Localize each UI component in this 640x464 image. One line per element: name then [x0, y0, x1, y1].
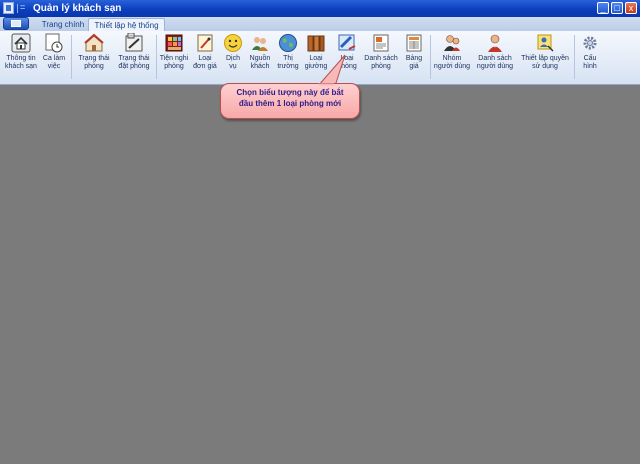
ribbon-btn-market[interactable]: Thị trường	[274, 33, 302, 83]
ribbon-btn-label-1: Dịch	[225, 55, 240, 62]
ribbon-btn-hotel-info[interactable]: Thông tin khách sạn	[2, 33, 40, 83]
price-table-icon	[406, 34, 422, 52]
ribbon-btn-room-status[interactable]: Trạng thái phòng	[74, 33, 114, 83]
ribbon-btn-room-amenities[interactable]: Tiện nghi phòng	[158, 33, 190, 83]
ribbon-btn-shift[interactable]: Ca làm việc	[40, 33, 68, 83]
ribbon-btn-label-1: Nhóm	[442, 55, 462, 62]
ribbon-btn-label-2: đặt phòng	[118, 63, 150, 70]
ribbon-btn-label-1: Thị	[283, 55, 293, 62]
window-title: Quản lý khách sạn	[33, 3, 122, 14]
ribbon-btn-label-1: Trạng thái	[118, 55, 150, 62]
ribbon-btn-label-2: hình	[583, 63, 597, 70]
user-icon	[488, 34, 502, 52]
booking-board-icon: H	[125, 33, 143, 52]
ribbon-btn-label-2: sử dụng	[532, 63, 558, 70]
ribbon-btn-label-2: vụ	[229, 63, 237, 70]
ribbon-btn-label-2: giường	[304, 63, 328, 70]
ribbon-btn-room-type[interactable]: Loại phòng	[333, 33, 361, 83]
callout-line-2: đầu thêm 1 loại phòng mới	[238, 99, 342, 108]
ribbon-btn-service[interactable]: Dịch vụ	[220, 33, 246, 83]
ribbon-btn-user-group[interactable]: Nhóm người dùng	[433, 33, 471, 83]
svg-text:H: H	[129, 33, 132, 38]
ribbon-btn-price-type[interactable]: Loại đơn giá	[190, 33, 220, 83]
ribbon-btn-bed-type[interactable]: Loại giường	[302, 33, 330, 83]
ribbon-btn-label-2: phòng	[337, 63, 357, 70]
ribbon-btn-label-1: Loại	[309, 55, 323, 62]
callout-tooltip: Chọn biểu tượng này để bắt đầu thêm 1 lo…	[220, 83, 360, 119]
ribbon-btn-label-1: Trạng thái	[78, 55, 110, 62]
ribbon-btn-label-1: Loại	[198, 55, 212, 62]
ribbon-btn-price-table[interactable]: Bảng giá	[401, 33, 427, 83]
ribbon-tab-strip: Trang chính Thiết lập hệ thống	[0, 17, 640, 32]
ribbon-btn-user-list[interactable]: Danh sách người dùng	[474, 33, 516, 83]
room-type-icon	[338, 34, 356, 51]
clock-icon	[45, 33, 63, 53]
ribbon-btn-label-2: đơn giá	[193, 63, 217, 70]
ribbon-btn-label-2: phòng	[371, 63, 391, 70]
ribbon-btn-label-2: phòng	[164, 63, 184, 70]
maximize-button[interactable]: □	[611, 2, 623, 14]
ribbon-btn-permissions[interactable]: Thiết lập quyền sử dụng	[518, 33, 572, 83]
room-house-icon	[84, 33, 104, 52]
ribbon-btn-label-1: Nguồn	[249, 55, 271, 62]
smiley-icon	[224, 34, 242, 52]
ribbon-panel: Thông tin khách sạn Ca làm việc Trạng thái…	[0, 31, 640, 85]
ribbon-btn-label-1: Danh sách	[478, 55, 512, 62]
bed-icon	[307, 35, 325, 52]
ribbon-separator	[430, 35, 431, 79]
ribbon-btn-label-1: Bảng	[405, 55, 423, 62]
ribbon-separator	[156, 35, 157, 79]
key-user-icon	[537, 34, 554, 52]
ribbon-btn-label-2: khách sạn	[5, 63, 37, 70]
qat-separator	[17, 4, 18, 13]
ribbon-btn-label-2: giá	[409, 63, 419, 70]
callout-line-1: Chọn biểu tượng này để bắt	[236, 88, 344, 97]
application-menu-button[interactable]	[3, 17, 29, 30]
ribbon-btn-label-1: Loại	[340, 55, 354, 62]
ribbon-btn-label-1: Tiện nghi	[159, 55, 189, 62]
ribbon-btn-label-1: Thông tin	[6, 55, 36, 62]
ribbon-btn-room-list[interactable]: Danh sách phòng	[362, 33, 400, 83]
ribbon-separator	[71, 35, 72, 79]
close-button[interactable]: x	[625, 2, 637, 14]
ribbon-btn-label-2: người dùng	[476, 63, 514, 70]
qat-menu-icon[interactable]: =	[20, 2, 25, 12]
ribbon-btn-config[interactable]: Cấu hình	[577, 33, 603, 83]
ribbon-btn-label-1: Danh sách	[364, 55, 398, 62]
ribbon-btn-label-1: Cấu	[583, 55, 597, 62]
app-icon[interactable]	[3, 2, 14, 14]
price-tag-icon	[197, 34, 213, 52]
settings-gear-icon	[583, 36, 597, 50]
ribbon-btn-label-2: việc	[47, 63, 61, 70]
user-group-icon	[444, 35, 460, 51]
room-list-icon	[373, 34, 389, 52]
title-bar: = Quản lý khách sạn _ □ x	[0, 0, 640, 17]
ribbon-btn-label-2: khách	[250, 63, 270, 70]
tab-system-settings[interactable]: Thiết lập hệ thống	[88, 18, 165, 31]
house-icon	[11, 33, 31, 53]
ribbon-btn-label-2: phòng	[84, 63, 104, 70]
guests-icon	[252, 37, 268, 51]
ribbon-btn-booking-status[interactable]: H Trạng thái đặt phòng	[114, 33, 154, 83]
tab-main[interactable]: Trang chính	[38, 18, 88, 31]
amenities-icon	[165, 34, 183, 52]
globe-icon	[279, 34, 297, 52]
ribbon-btn-label-1: Thiết lập quyền	[521, 55, 569, 62]
ribbon-btn-label-2: người dùng	[433, 63, 471, 70]
ribbon-btn-label-1: Ca làm	[42, 55, 66, 62]
ribbon-btn-label-2: trường	[277, 63, 299, 70]
minimize-button[interactable]: _	[597, 2, 609, 14]
ribbon-separator	[574, 35, 575, 79]
ribbon-btn-guest-source[interactable]: Nguồn khách	[246, 33, 274, 83]
